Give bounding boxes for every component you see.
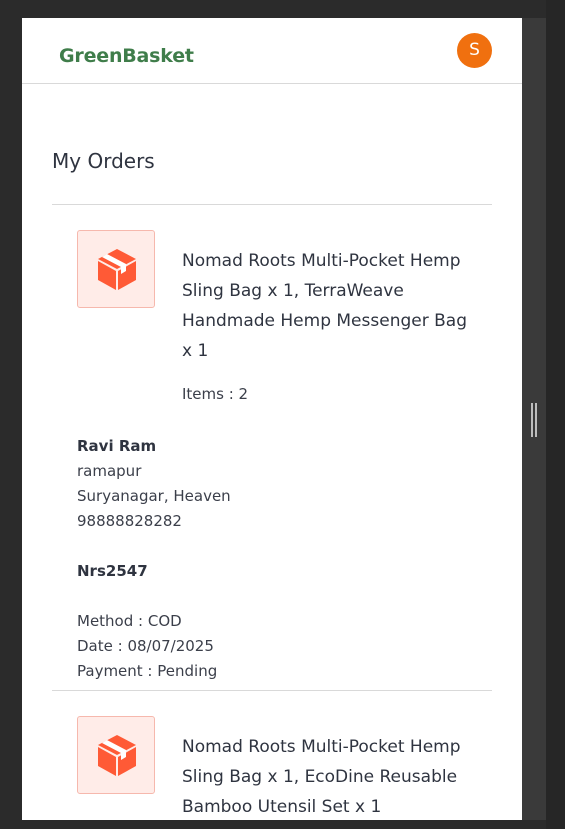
order-card: Nomad Roots Multi-Pocket Hemp Sling Bag … bbox=[52, 691, 492, 820]
customer-name: Ravi Ram bbox=[77, 437, 157, 455]
order-card: Nomad Roots Multi-Pocket Hemp Sling Bag … bbox=[52, 205, 492, 690]
bottom-strip bbox=[0, 820, 546, 829]
customer-phone: 98888828282 bbox=[77, 512, 182, 530]
order-thumbnail bbox=[77, 230, 155, 308]
page-title: My Orders bbox=[52, 149, 155, 173]
package-box-icon bbox=[98, 249, 136, 290]
payment-method: Method : COD bbox=[77, 612, 182, 630]
order-amount: Nrs2547 bbox=[77, 562, 148, 580]
user-avatar[interactable]: S bbox=[457, 33, 492, 68]
window-edge bbox=[546, 0, 565, 829]
address-line-1: ramapur bbox=[77, 462, 142, 480]
top-navbar: GreenBasket S bbox=[22, 18, 522, 84]
order-date: Date : 08/07/2025 bbox=[77, 637, 214, 655]
order-product-title[interactable]: Nomad Roots Multi-Pocket Hemp Sling Bag … bbox=[182, 732, 477, 820]
order-details: Ravi Ram ramapur Suryanagar, Heaven 9888… bbox=[77, 434, 231, 684]
payment-status: Payment : Pending bbox=[77, 662, 218, 680]
order-thumbnail bbox=[77, 716, 155, 794]
order-items-count: Items : 2 bbox=[182, 385, 249, 403]
package-box-icon bbox=[98, 735, 136, 776]
address-line-2: Suryanagar, Heaven bbox=[77, 487, 231, 505]
resize-handle[interactable] bbox=[530, 403, 538, 437]
order-product-title[interactable]: Nomad Roots Multi-Pocket Hemp Sling Bag … bbox=[182, 246, 477, 366]
app-viewport: GreenBasket S My Orders Nomad Roots Mult… bbox=[22, 18, 522, 820]
brand-logo[interactable]: GreenBasket bbox=[59, 45, 194, 67]
